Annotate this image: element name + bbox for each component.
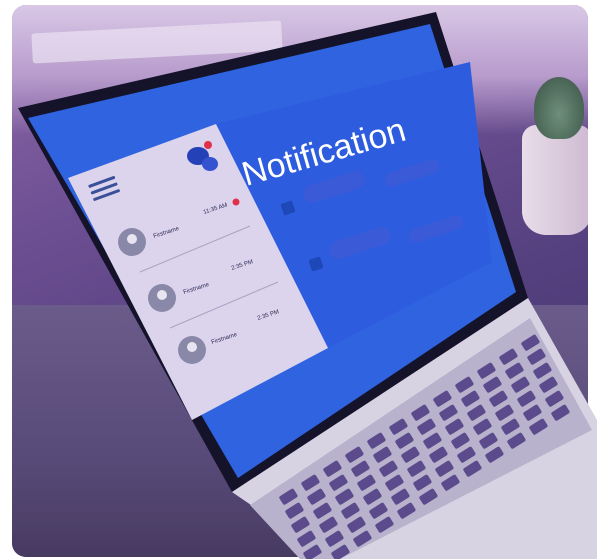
- laptop: Notification Firstname11:35 AMFirstname2…: [18, 12, 597, 559]
- chat-badge: [204, 141, 212, 149]
- avatar-head: [187, 342, 197, 352]
- avatar-head: [157, 290, 167, 300]
- avatar-head: [127, 234, 137, 244]
- unread-badge: [232, 198, 240, 206]
